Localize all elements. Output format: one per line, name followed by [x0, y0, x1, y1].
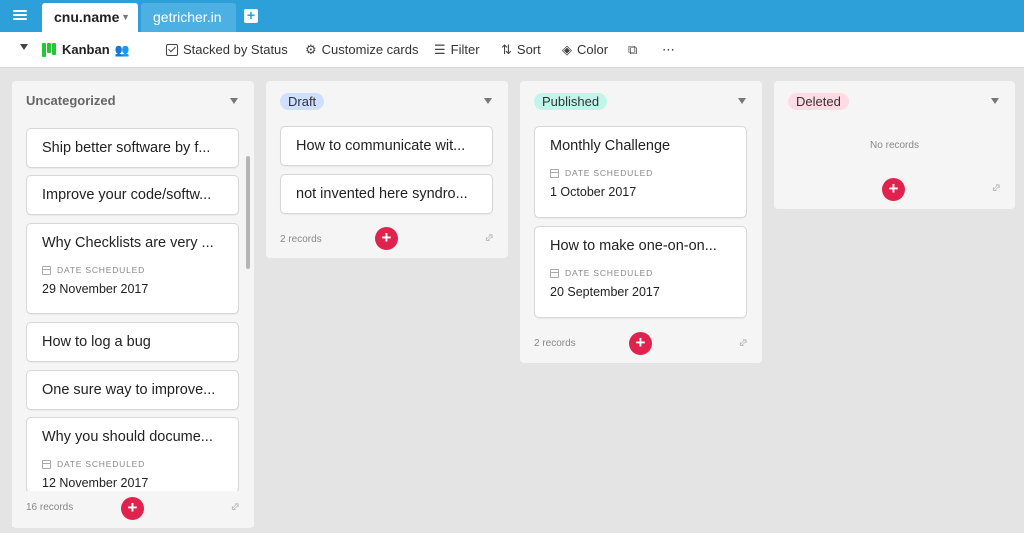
- column-scrollbar[interactable]: [246, 156, 250, 269]
- expand-icon[interactable]: ⇕: [987, 179, 1004, 196]
- field-value: 20 September 2017: [550, 285, 660, 299]
- filter-button[interactable]: ☰ Filter: [434, 32, 480, 68]
- card-title: Why you should docume...: [42, 429, 213, 445]
- column-title: Uncategorized: [26, 93, 116, 108]
- ellipsis-icon: ⋯: [662, 42, 675, 57]
- filter-label: Filter: [450, 42, 480, 57]
- top-tab-bar: cnu.name ▼ getricher.in +: [0, 0, 1024, 32]
- column-deleted: Deleted No records + ⇕: [774, 81, 1015, 209]
- card-title: How to make one-on-on...: [550, 238, 717, 254]
- column-title: Deleted: [788, 93, 849, 110]
- record-card[interactable]: How to log a bug: [26, 322, 239, 362]
- field-label: DATE SCHEDULED: [42, 459, 145, 469]
- record-card[interactable]: How to communicate wit...: [280, 126, 493, 166]
- card-title: How to log a bug: [42, 334, 151, 350]
- column-header: Deleted: [774, 81, 1015, 121]
- more-options-button[interactable]: ⋯: [662, 32, 675, 68]
- tab-label: cnu.name: [54, 9, 120, 25]
- calendar-icon: [42, 265, 51, 275]
- record-card[interactable]: How to make one-on-on... DATE SCHEDULED …: [534, 226, 747, 318]
- calendar-icon: [550, 268, 559, 278]
- record-card[interactable]: Monthly Challenge DATE SCHEDULED 1 Octob…: [534, 126, 747, 218]
- card-title: Ship better software by f...: [42, 140, 211, 156]
- view-switcher[interactable]: Kanban 👥: [42, 32, 130, 68]
- card-title: not invented here syndro...: [296, 186, 468, 202]
- record-card[interactable]: Ship better software by f...: [26, 128, 239, 168]
- card-title: Monthly Challenge: [550, 138, 671, 154]
- field-value: 29 November 2017: [42, 282, 149, 296]
- record-count: 2 records: [280, 234, 322, 245]
- expand-icon[interactable]: ⇕: [226, 498, 243, 515]
- card-title: Improve your code/softw...: [42, 187, 212, 203]
- record-count: 2 records: [534, 338, 576, 349]
- column-title: Published: [534, 93, 608, 110]
- column-footer: 16 records + ⇕: [12, 491, 254, 527]
- add-tab-icon[interactable]: +: [244, 8, 258, 23]
- empty-state: No records: [870, 140, 919, 151]
- checkbox-icon: [166, 44, 178, 56]
- paint-bucket-icon: ◈: [562, 42, 572, 57]
- record-count: 16 records: [26, 502, 74, 513]
- field-label: DATE SCHEDULED: [42, 265, 145, 275]
- calendar-icon: [42, 459, 51, 469]
- view-toolbar: Kanban 👥 Stacked by Status ⚙ Customize c…: [0, 32, 1024, 68]
- chevron-down-icon[interactable]: [230, 98, 238, 104]
- stacked-by-label: Stacked by Status: [183, 42, 288, 57]
- view-menu-caret-icon[interactable]: [20, 44, 28, 50]
- record-card[interactable]: One sure way to improve...: [26, 370, 239, 410]
- field-label: DATE SCHEDULED: [550, 268, 653, 278]
- stacked-by-button[interactable]: Stacked by Status: [166, 32, 288, 68]
- sort-button[interactable]: ⇅ Sort: [501, 32, 541, 68]
- card-title: Why Checklists are very ...: [42, 235, 214, 251]
- sort-label: Sort: [516, 42, 541, 57]
- record-card[interactable]: not invented here syndro...: [280, 174, 493, 214]
- external-link-icon: ⧉: [628, 42, 638, 57]
- add-record-button[interactable]: +: [629, 332, 652, 355]
- calendar-icon: [550, 168, 559, 178]
- chevron-down-icon[interactable]: [484, 98, 492, 104]
- column-footer: 2 records + ⇕: [520, 327, 762, 363]
- collaborators-icon: 👥: [114, 43, 130, 57]
- customize-cards-button[interactable]: ⚙ Customize cards: [305, 32, 418, 68]
- field-label: DATE SCHEDULED: [550, 168, 653, 178]
- gear-icon: ⚙: [305, 42, 317, 57]
- record-card[interactable]: Improve your code/softw...: [26, 175, 239, 215]
- tab-getricher-in[interactable]: getricher.in: [141, 3, 236, 32]
- chevron-down-icon[interactable]: [738, 98, 746, 104]
- menu-icon[interactable]: [12, 8, 28, 24]
- tab-cnu-name[interactable]: cnu.name ▼: [42, 3, 138, 32]
- column-published: Published Monthly Challenge DATE SCHEDUL…: [520, 81, 762, 363]
- color-label: Color: [577, 42, 609, 57]
- add-record-button[interactable]: +: [375, 227, 398, 250]
- kanban-icon: [42, 43, 57, 57]
- card-title: One sure way to improve...: [42, 382, 216, 398]
- field-value: 12 November 2017: [42, 476, 149, 490]
- column-footer: 2 records + ⇕: [266, 223, 508, 259]
- add-record-button[interactable]: +: [882, 178, 905, 201]
- record-card[interactable]: Why you should docume... DATE SCHEDULED …: [26, 417, 239, 493]
- column-uncategorized: Uncategorized Ship better software by f.…: [12, 81, 254, 528]
- column-header: Published: [520, 81, 762, 121]
- share-view-button[interactable]: ⧉: [628, 32, 637, 68]
- chevron-down-icon[interactable]: [991, 98, 999, 104]
- expand-icon[interactable]: ⇕: [480, 229, 497, 246]
- field-value: 1 October 2017: [550, 185, 637, 199]
- tab-label: getricher.in: [153, 9, 222, 25]
- view-name: Kanban: [62, 42, 110, 57]
- chevron-down-icon[interactable]: ▼: [121, 3, 130, 32]
- sort-icon: ⇅: [501, 42, 512, 57]
- record-card[interactable]: Why Checklists are very ... DATE SCHEDUL…: [26, 223, 239, 314]
- customize-cards-label: Customize cards: [321, 42, 419, 57]
- column-header: Uncategorized: [12, 81, 254, 121]
- card-title: How to communicate wit...: [296, 138, 466, 154]
- add-record-button[interactable]: +: [121, 497, 144, 520]
- column-title: Draft: [280, 93, 325, 110]
- column-draft: Draft How to communicate wit... not inve…: [266, 81, 508, 258]
- expand-icon[interactable]: ⇕: [734, 334, 751, 351]
- column-header: Draft: [266, 81, 508, 121]
- color-button[interactable]: ◈ Color: [562, 32, 608, 68]
- filter-icon: ☰: [434, 42, 446, 57]
